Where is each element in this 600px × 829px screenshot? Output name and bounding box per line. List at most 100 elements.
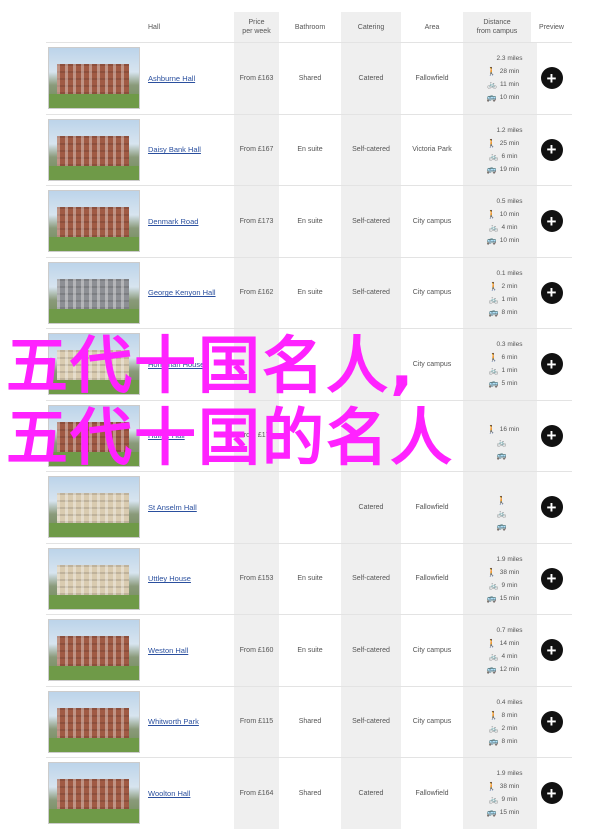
hall-name-cell: Denmark Road [142, 186, 234, 257]
distance-cell: 0.1 miles 🚶 2 min 🚲 1 min 🚌 8 min [463, 257, 537, 328]
hall-photo-cell [46, 687, 142, 758]
bus-icon: 🚌 [486, 93, 497, 103]
distance-cell: 0.7 miles 🚶 14 min 🚲 4 min 🚌 12 min [463, 615, 537, 686]
preview-plus-icon[interactable]: + [540, 138, 563, 161]
bike-time: 🚲 [497, 509, 510, 519]
hall-photo-cell [46, 472, 142, 543]
preview-cell: + [531, 615, 572, 686]
lawn-image [49, 523, 139, 538]
bike-icon: 🚲 [488, 580, 499, 590]
building-image [57, 779, 129, 810]
hall-link[interactable]: Daisy Bank Hall [142, 145, 201, 154]
table-row: Daisy Bank Hall From £167 En suite Self-cat… [46, 113, 572, 186]
walk-icon: 🚶 [486, 639, 497, 649]
hall-link[interactable]: St Anselm Hall [142, 503, 197, 512]
area-cell: Fallowfield [415, 503, 449, 511]
bike-icon: 🚲 [488, 652, 499, 662]
hall-name-cell: Ashburne Hall [142, 43, 234, 114]
walk-time: 🚶 2 min [488, 281, 518, 291]
hall-link[interactable]: Ashburne Hall [142, 74, 195, 83]
distance-cell: 2.3 miles 🚶 28 min 🚲 11 min 🚌 10 min [463, 43, 537, 114]
preview-plus-icon[interactable]: + [540, 782, 563, 805]
bike-icon: 🚲 [488, 723, 499, 733]
catering-cell: Catered [341, 758, 401, 829]
hall-photo-cell [46, 115, 142, 186]
walk-icon: 🚶 [496, 496, 507, 506]
catering-cell: Self-catered [341, 615, 401, 686]
hall-photo [48, 690, 140, 753]
building-image [57, 64, 129, 95]
preview-plus-icon[interactable]: + [540, 210, 563, 233]
walk-icon: 🚶 [488, 710, 499, 720]
distance-miles: 0.7 miles [496, 627, 523, 635]
bus-icon: 🚌 [486, 808, 497, 818]
bike-icon: 🚲 [488, 151, 499, 161]
preview-cell: + [531, 186, 572, 257]
lawn-image [49, 594, 139, 609]
catering-cell: Self-catered [341, 257, 401, 328]
preview-plus-icon[interactable]: + [540, 567, 563, 590]
hall-photo [48, 762, 140, 825]
bathroom-cell: En suite [297, 146, 323, 154]
preview-plus-icon[interactable]: + [540, 281, 563, 304]
walk-icon: 🚶 [488, 281, 499, 291]
table-row: Weston Hall From £160 En suite Self-catered… [46, 614, 572, 686]
bus-icon: 🚌 [496, 522, 507, 532]
preview-cell: + [531, 758, 572, 829]
distance-miles: 1.9 miles [496, 555, 523, 563]
bike-time: 🚲 4 min [488, 652, 518, 662]
preview-plus-icon[interactable]: + [540, 67, 563, 90]
hall-link[interactable]: Weston Hall [142, 646, 188, 655]
hall-link[interactable]: George Kenyon Hall [142, 288, 216, 297]
building-image [57, 493, 129, 524]
watermark-overlay: 五代十国名人, 五代十国的名人 [0, 330, 600, 474]
price-cell: From £160 [234, 615, 279, 686]
hall-photo [48, 476, 140, 539]
hall-name-cell: George Kenyon Hall [142, 258, 234, 329]
bus-time: 🚌 19 min [486, 164, 520, 174]
hall-link[interactable]: Whitworth Park [142, 717, 199, 726]
table-row: St Anselm Hall Catered Fallowfield 🚶 🚲 🚌 + [46, 471, 572, 543]
header-price: Price per week [234, 12, 279, 42]
distance-cell: 1.2 miles 🚶 25 min 🚲 6 min 🚌 19 min [463, 114, 537, 185]
bus-time: 🚌 [497, 522, 510, 532]
hall-link[interactable]: Uttley House [142, 574, 191, 583]
bus-time: 🚌 8 min [488, 736, 518, 746]
table-row: George Kenyon Hall From £162 En suite Self-… [46, 256, 572, 329]
walk-time: 🚶 25 min [486, 138, 520, 148]
hall-photo [48, 190, 140, 253]
distance-cell: 1.9 miles 🚶 38 min 🚲 9 min 🚌 15 min [463, 758, 537, 829]
distance-cell: 0.4 miles 🚶 8 min 🚲 2 min 🚌 8 min [463, 686, 537, 757]
price-cell: From £115 [234, 686, 279, 757]
bus-time: 🚌 12 min [486, 665, 520, 675]
bus-time: 🚌 15 min [486, 808, 520, 818]
preview-plus-icon[interactable]: + [540, 710, 563, 733]
hall-link[interactable]: Woolton Hall [142, 789, 190, 798]
bike-icon: 🚲 [488, 294, 499, 304]
overlay-line-1: 五代十国名人, [6, 329, 416, 402]
header-preview: Preview [539, 23, 564, 31]
building-image [57, 135, 129, 166]
walk-icon: 🚶 [486, 210, 497, 220]
price-cell: From £163 [234, 43, 279, 114]
hall-photo [48, 261, 140, 324]
hall-name-cell: St Anselm Hall [142, 472, 234, 543]
distance-cell: 1.9 miles 🚶 38 min 🚲 9 min 🚌 15 min [463, 543, 537, 614]
hall-name-cell: Weston Hall [142, 615, 234, 686]
bike-time: 🚲 6 min [488, 151, 518, 161]
preview-plus-icon[interactable]: + [540, 639, 563, 662]
walk-time: 🚶 14 min [486, 639, 520, 649]
area-cell: City campus [412, 718, 452, 726]
bathroom-cell: En suite [297, 575, 323, 583]
bathroom-cell: En suite [297, 217, 323, 225]
preview-plus-icon[interactable]: + [540, 496, 563, 519]
distance-miles: 1.9 miles [496, 770, 523, 778]
bathroom-cell: Shared [298, 718, 322, 726]
bathroom-cell: Shared [298, 74, 322, 82]
distance-miles: 0.5 miles [496, 198, 523, 206]
distance-miles: 0.1 miles [496, 269, 523, 277]
hall-photo [48, 547, 140, 610]
bike-time: 🚲 2 min [488, 723, 518, 733]
hall-link[interactable]: Denmark Road [142, 217, 198, 226]
bus-icon: 🚌 [488, 307, 499, 317]
